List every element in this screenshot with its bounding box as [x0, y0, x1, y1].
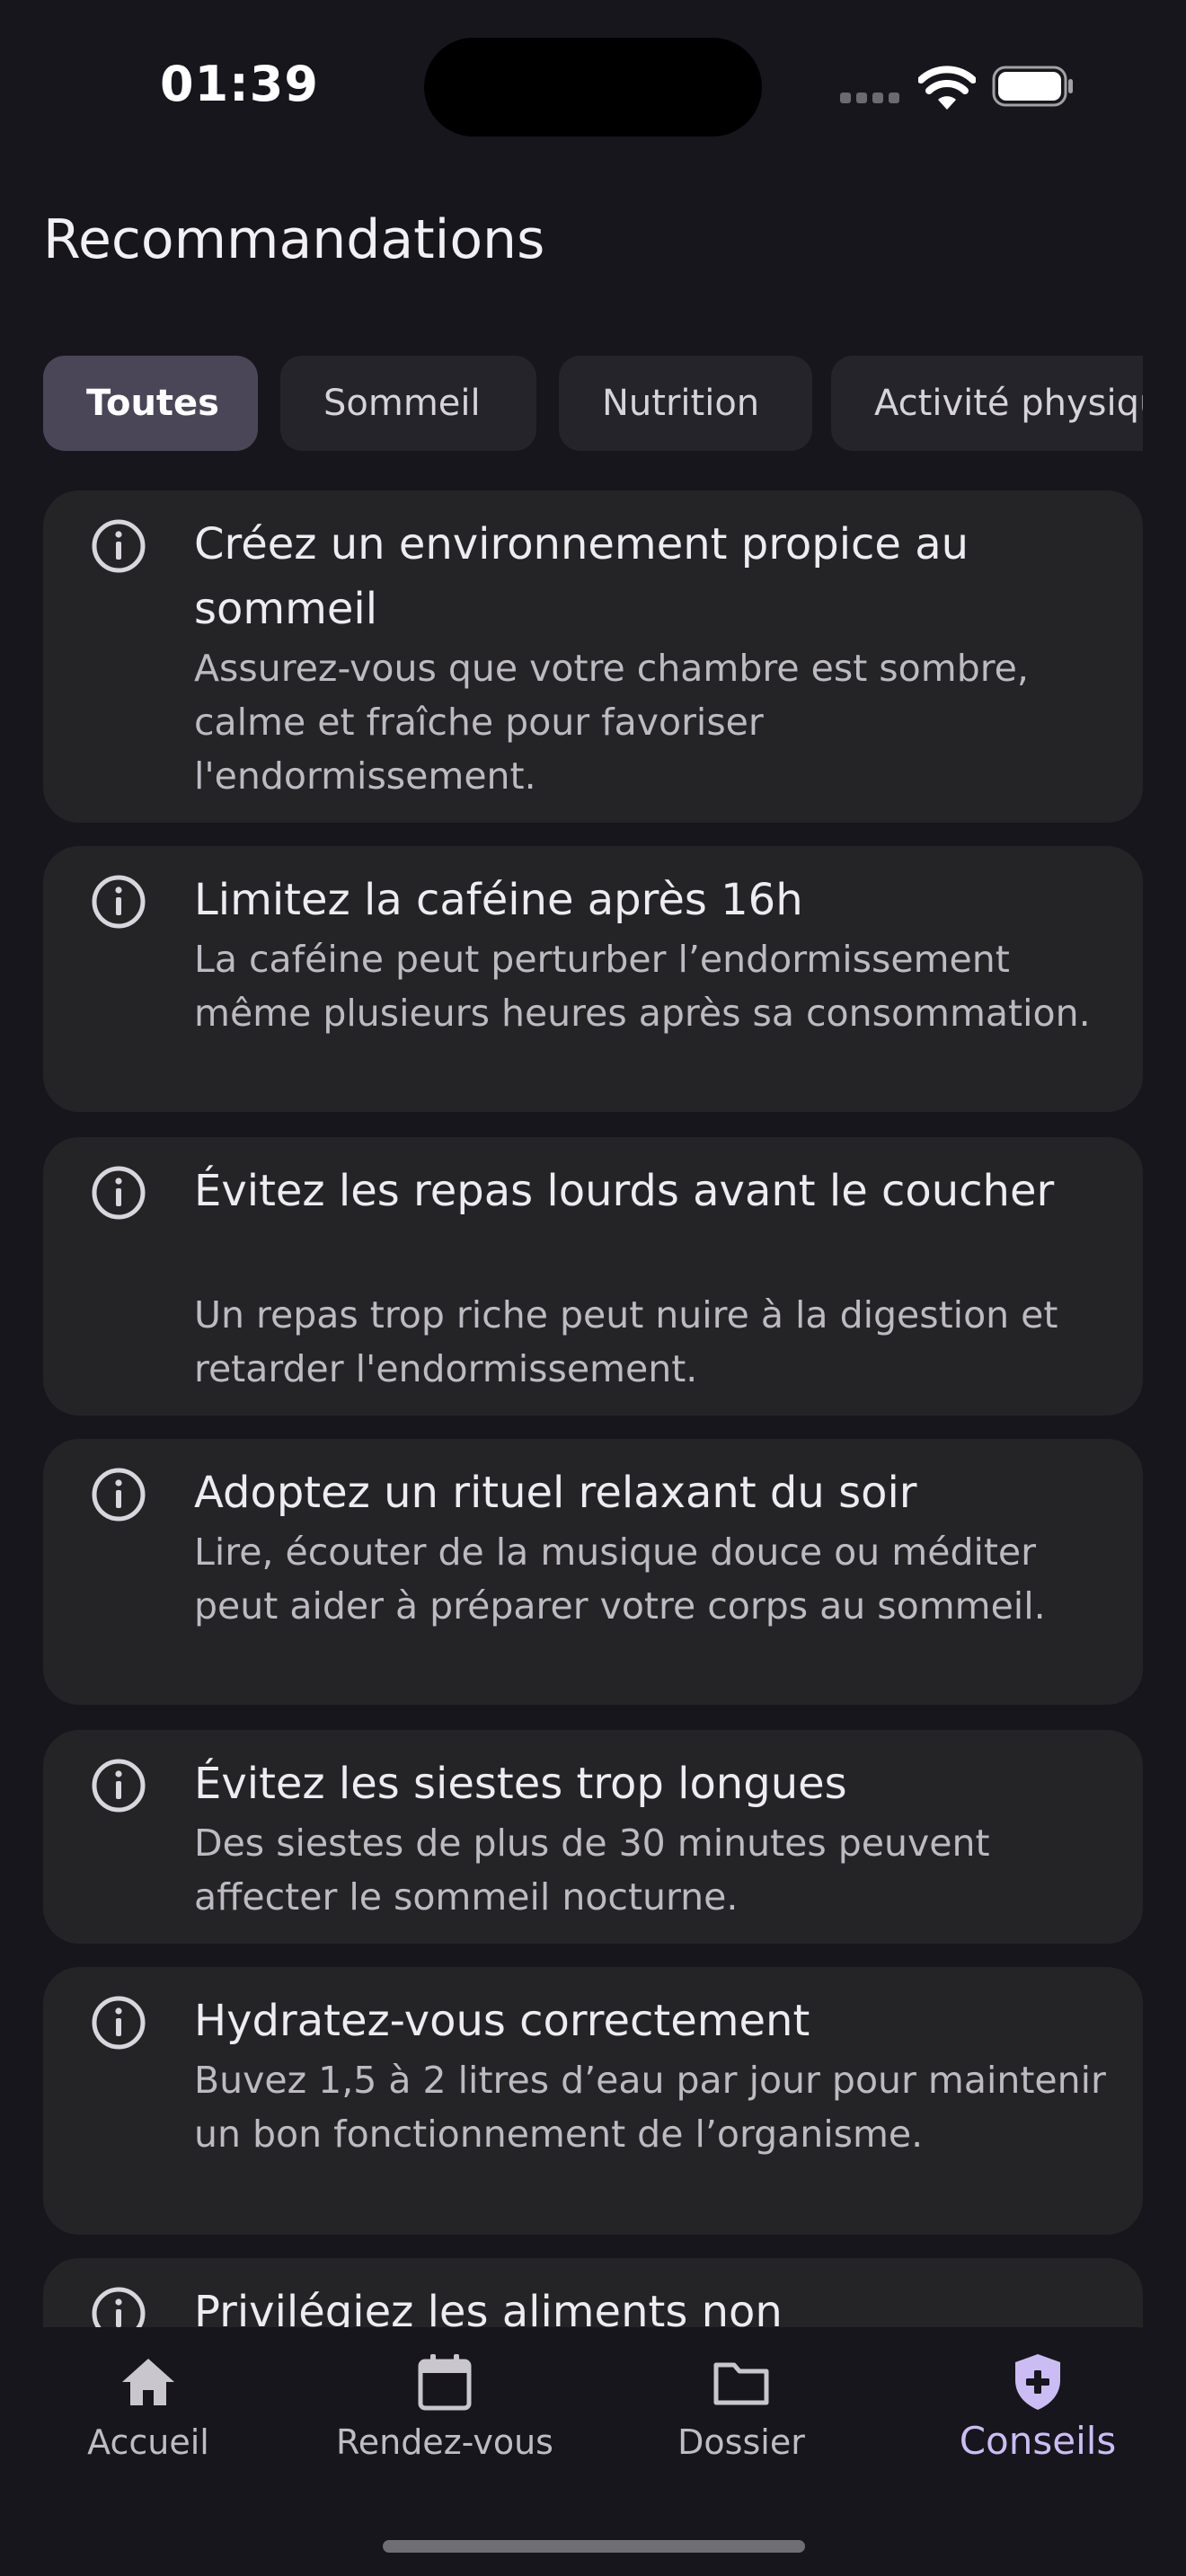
nav-item-accueil[interactable]: Accueil — [0, 2327, 296, 2489]
recommendation-card[interactable]: Privilégiez les aliments non — [43, 2258, 1143, 2327]
wifi-icon — [918, 66, 976, 110]
recommendation-title: Hydratez-vous correctement — [194, 1996, 810, 2046]
info-icon — [92, 875, 146, 929]
recommendation-card[interactable]: Adoptez un rituel relaxant du soir Lire,… — [43, 1439, 1143, 1705]
filter-chip-label: Sommeil — [323, 383, 481, 424]
shield-plus-icon — [1015, 2354, 1060, 2410]
recommendation-title: Créez un environnement propice au sommei… — [194, 519, 969, 634]
info-icon — [92, 1166, 146, 1220]
info-icon — [92, 2287, 146, 2327]
page-title: Recommandations — [43, 208, 545, 272]
filter-chip-label: Activité physique — [874, 383, 1143, 424]
filter-chip-nutrition[interactable]: Nutrition — [559, 356, 812, 451]
status-bar: 01:39 — [0, 0, 1186, 171]
recommendation-description: Lire, écouter de la musique douce ou méd… — [194, 1531, 1046, 1628]
filter-chip-label: Nutrition — [602, 383, 760, 424]
filter-chips: Toutes Sommeil Nutrition Activité physiq… — [43, 356, 1143, 453]
bottom-navigation: Accueil Rendez-vous Dossier Conseils — [0, 2327, 1186, 2576]
recommendation-description: Des siestes de plus de 30 minutes peuven… — [194, 1822, 990, 1919]
home-icon — [122, 2359, 174, 2405]
recommendation-title: Limitez la caféine après 16h — [194, 875, 803, 925]
recommendation-card[interactable]: Évitez les siestes trop longues Des sies… — [43, 1730, 1143, 1944]
filter-chip-label: Toutes — [86, 383, 219, 424]
nav-item-rendez-vous[interactable]: Rendez-vous — [296, 2327, 593, 2489]
nav-label: Accueil — [87, 2422, 209, 2462]
recommendation-description: La caféine peut perturber l’endormisseme… — [194, 938, 1091, 1035]
recommendation-card[interactable]: Hydratez-vous correctement Buvez 1,5 à 2… — [43, 1967, 1143, 2235]
filter-chip-toutes[interactable]: Toutes — [43, 356, 258, 451]
nav-label: Dossier — [677, 2422, 805, 2462]
recommendation-card[interactable]: Évitez les repas lourds avant le coucher… — [43, 1137, 1143, 1416]
recommendation-title: Évitez les siestes trop longues — [194, 1759, 847, 1809]
nav-label: Rendez-vous — [336, 2422, 553, 2462]
recommendation-description: Assurez-vous que votre chambre est sombr… — [194, 647, 1029, 798]
filter-chip-activite-physique[interactable]: Activité physique — [831, 356, 1143, 451]
recommendation-description: Buvez 1,5 à 2 litres d’eau par jour pour… — [194, 2059, 1106, 2156]
recommendation-card[interactable]: Créez un environnement propice au sommei… — [43, 490, 1143, 823]
recommendation-title: Évitez les repas lourds avant le coucher — [194, 1166, 1055, 1216]
info-icon — [92, 1759, 146, 1813]
status-time: 01:39 — [160, 56, 319, 112]
nav-item-dossier[interactable]: Dossier — [593, 2327, 890, 2489]
recommendation-card[interactable]: Limitez la caféine après 16h La caféine … — [43, 846, 1143, 1112]
info-icon — [92, 519, 146, 573]
battery-icon — [992, 66, 1073, 107]
nav-label: Conseils — [959, 2419, 1117, 2463]
recommendation-title: Adoptez un rituel relaxant du soir — [194, 1468, 917, 1518]
recommendation-description: Un repas trop riche peut nuire à la dige… — [194, 1293, 1058, 1390]
recommendations-list[interactable]: Créez un environnement propice au sommei… — [43, 490, 1143, 2327]
nav-item-conseils[interactable]: Conseils — [890, 2327, 1186, 2489]
folder-icon — [713, 2362, 769, 2405]
info-icon — [92, 1996, 146, 2050]
recommendation-title: Privilégiez les aliments non — [194, 2287, 783, 2327]
filter-chip-sommeil[interactable]: Sommeil — [280, 356, 536, 451]
cellular-signal-icon — [840, 93, 899, 103]
dynamic-island — [424, 38, 762, 137]
home-indicator[interactable] — [383, 2540, 805, 2553]
info-icon — [92, 1468, 146, 1522]
calendar-icon — [418, 2354, 472, 2411]
